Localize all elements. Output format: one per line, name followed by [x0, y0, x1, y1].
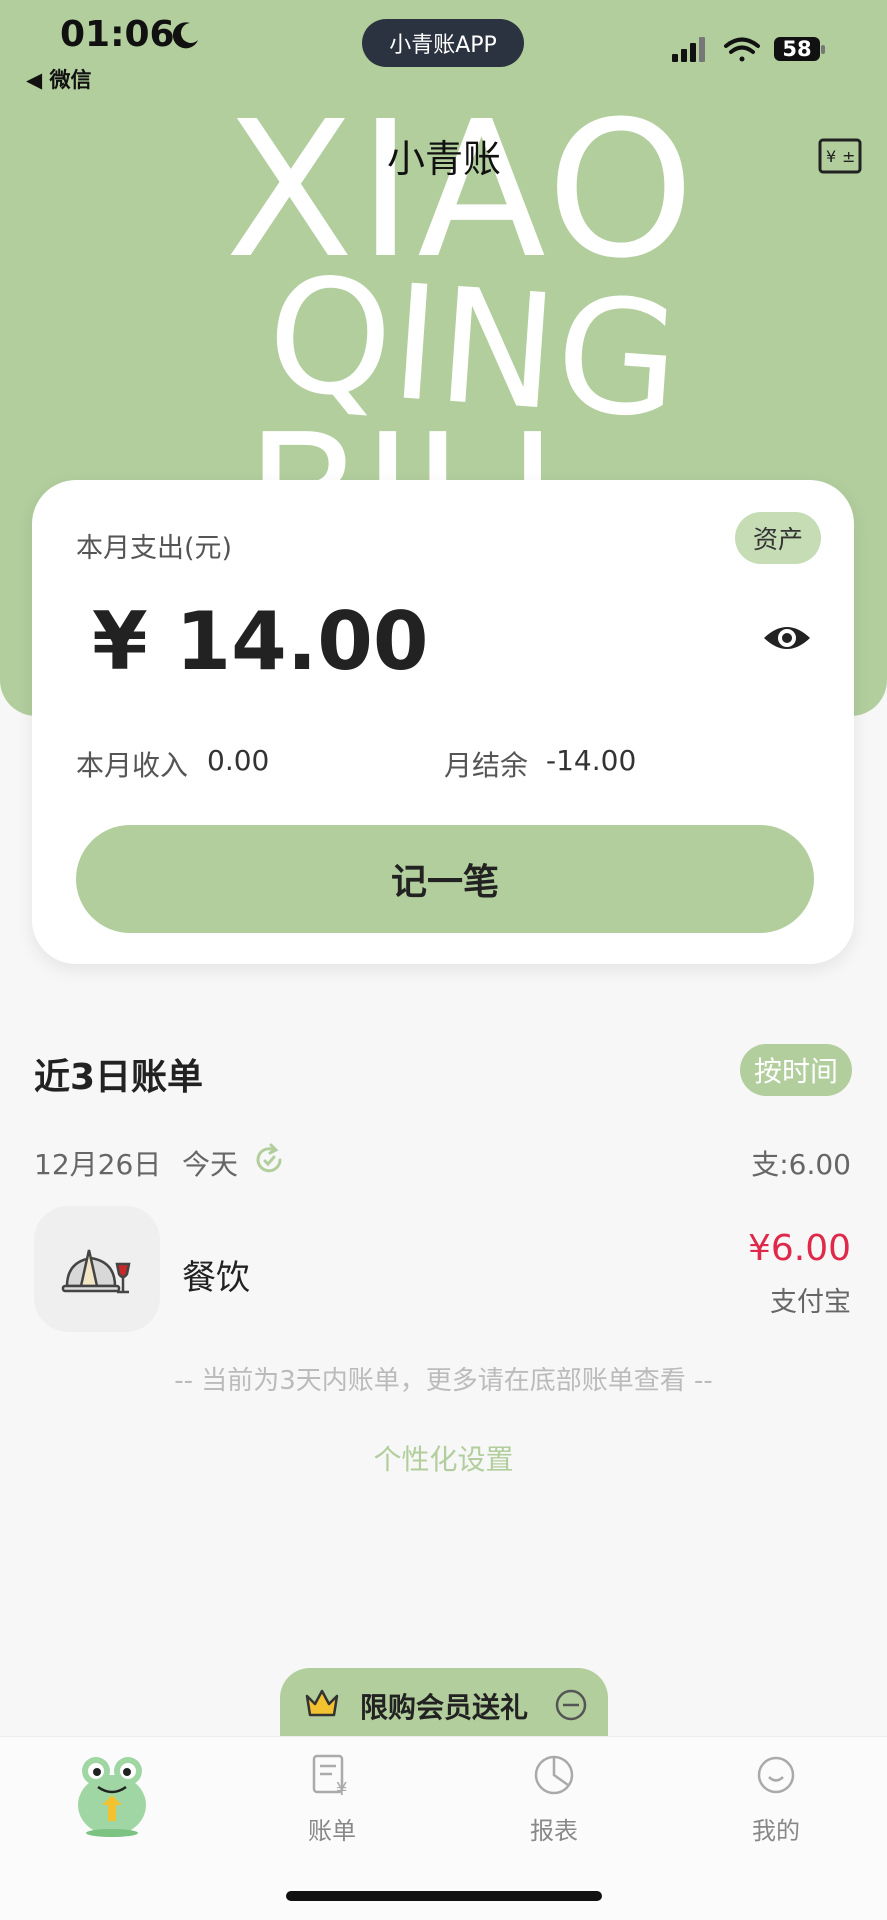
crown-icon — [305, 1689, 339, 1717]
promo-label: 限购会员送礼 — [360, 1691, 529, 1724]
back-to-wechat-link[interactable]: ◀ 微信 — [26, 64, 91, 94]
monthly-balance-value: -14.00 — [546, 744, 637, 777]
svg-text:¥: ¥ — [826, 147, 836, 166]
profile-icon — [757, 1756, 795, 1794]
monthly-income-label: 本月收入 — [76, 749, 189, 782]
tab-profile[interactable]: 我的 — [716, 1753, 836, 1863]
svg-text:±: ± — [842, 147, 855, 166]
assets-button[interactable]: 资产 — [735, 512, 821, 564]
tab-report[interactable]: 报表 — [494, 1753, 614, 1863]
sort-by-time-button[interactable]: 按时间 — [740, 1044, 852, 1096]
status-time: 01:06 — [60, 14, 175, 55]
bill-date: 12月26日 — [34, 1148, 162, 1181]
monthly-income-value: 0.00 — [207, 744, 270, 777]
transaction-category: 餐饮 — [182, 1258, 250, 1298]
home-indicator — [286, 1891, 602, 1901]
customize-settings-link[interactable]: 个性化设置 — [0, 1438, 887, 1478]
transaction-category-icon — [34, 1206, 160, 1332]
bill-icon: ¥ — [312, 1754, 347, 1797]
recent-bills-title: 近3日账单 — [34, 1057, 204, 1098]
pie-chart-icon — [534, 1755, 574, 1795]
today-label: 今天 — [182, 1148, 239, 1181]
tab-profile-label: 我的 — [752, 1817, 800, 1845]
transaction-row[interactable]: 餐饮 ¥6.00 支付宝 — [0, 1200, 887, 1340]
refresh-icon[interactable] — [252, 1143, 286, 1177]
monthly-summary-card: 本月支出(元) 资产 ¥ 14.00 本月收入 0.00 月结余 -14.00 … — [32, 480, 854, 964]
day-total: 支:6.00 — [751, 1148, 851, 1181]
tab-bill[interactable]: ¥ 账单 — [272, 1753, 392, 1863]
record-entry-button[interactable]: 记一笔 — [76, 825, 814, 933]
page-title: 小青账 — [386, 137, 501, 181]
svg-text:¥: ¥ — [336, 1779, 347, 1797]
tab-report-label: 报表 — [530, 1817, 578, 1845]
wifi-icon — [724, 37, 760, 62]
three-day-notice: -- 当前为3天内账单，更多请在底部账单查看 -- — [174, 1366, 713, 1396]
signal-icon — [672, 37, 705, 62]
battery-level: 58 — [782, 37, 812, 61]
dining-icon — [61, 1249, 131, 1294]
transaction-amount: ¥6.00 — [747, 1228, 851, 1269]
payment-method: 支付宝 — [770, 1287, 851, 1318]
eye-icon[interactable] — [762, 620, 812, 656]
monthly-expense-label: 本月支出(元) — [76, 533, 233, 564]
frog-mascot-icon[interactable] — [72, 1751, 152, 1837]
calculator-icon[interactable]: ¥ ± — [818, 138, 862, 174]
membership-promo-banner[interactable]: 限购会员送礼 — [280, 1668, 608, 1742]
monthly-expense-amount: ¥ 14.00 — [92, 595, 429, 688]
monthly-balance-label: 月结余 — [444, 749, 529, 782]
tab-bill-label: 账单 — [308, 1817, 356, 1845]
collapse-minus-icon[interactable] — [554, 1688, 588, 1722]
app-name-pill: 小青账APP — [362, 19, 524, 67]
moon-icon — [172, 22, 198, 49]
